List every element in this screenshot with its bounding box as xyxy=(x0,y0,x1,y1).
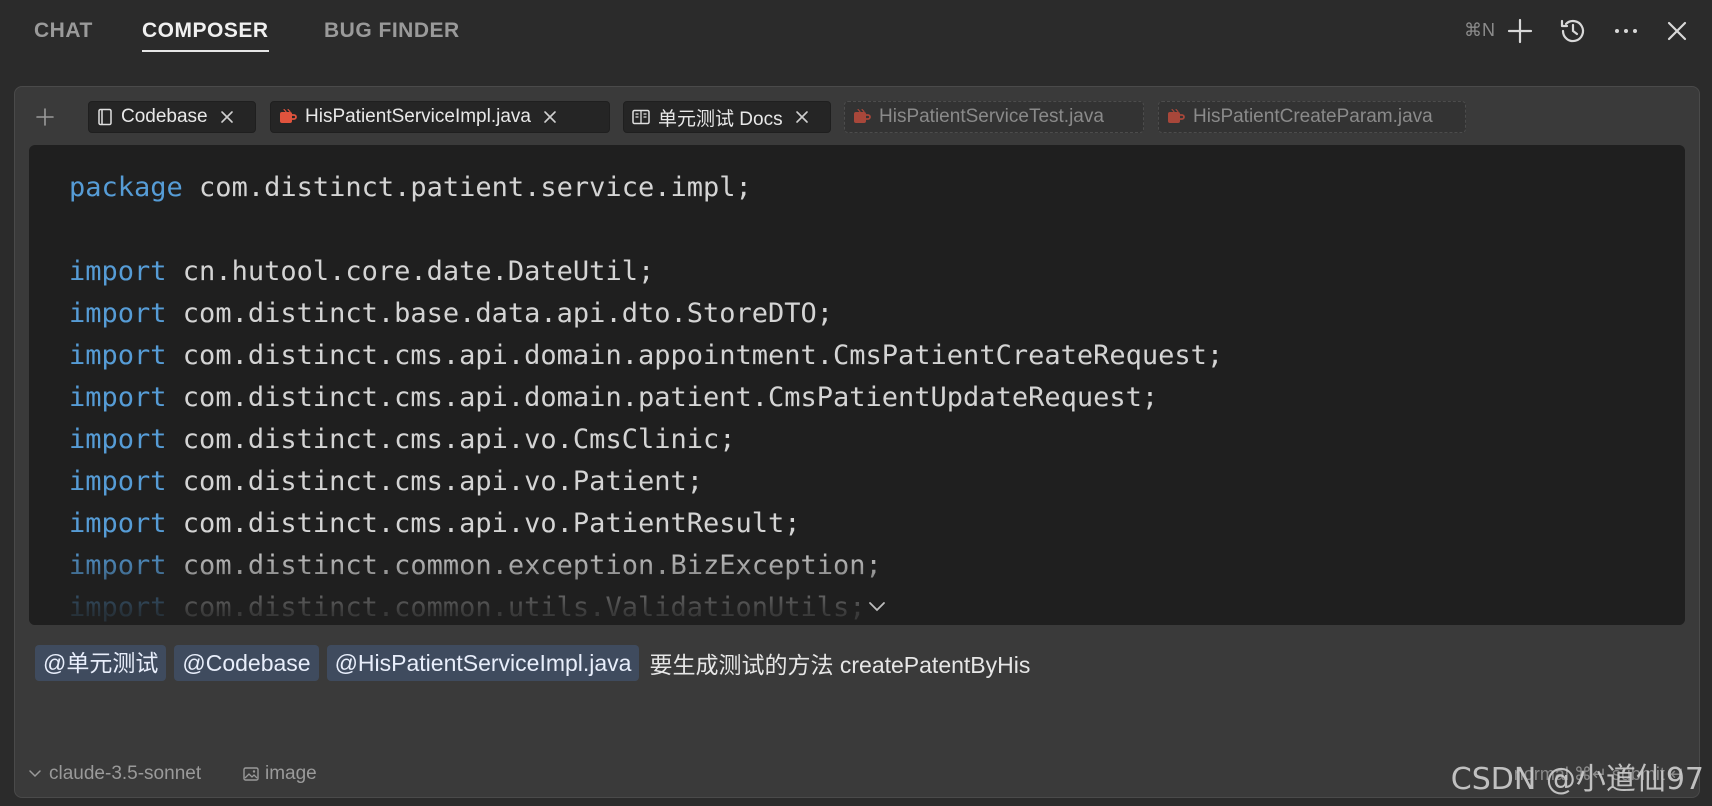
code-text: com.distinct.cms.api.domain.appointment.… xyxy=(166,340,1224,371)
code-line: import com.distinct.cms.api.vo.Patient; xyxy=(69,461,1665,503)
bottom-bar: claude-3.5-sonnet image normal ⌘↵ submit… xyxy=(29,759,1685,789)
code-keyword: import xyxy=(69,592,167,623)
code-text: com.distinct.cms.api.domain.patient.CmsP… xyxy=(166,382,1159,413)
chip-label: HisPatientServiceTest.java xyxy=(879,106,1104,127)
code-line: import cn.hutool.core.date.DateUtil; xyxy=(69,251,1665,293)
code-text: com.distinct.common.utils.ValidationUtil… xyxy=(166,592,866,623)
chip-label: HisPatientServiceImpl.java xyxy=(305,106,531,127)
code-lines: package com.distinct.patient.service.imp… xyxy=(69,167,1665,625)
new-composer-shortcut: ⌘N xyxy=(1464,20,1495,40)
model-name: claude-3.5-sonnet xyxy=(49,763,202,784)
context-chip-his-patient-service-impl[interactable]: HisPatientServiceImpl.java xyxy=(270,101,610,133)
chip-label: HisPatientCreateParam.java xyxy=(1193,106,1433,127)
code-line: import com.distinct.common.exception.Biz… xyxy=(69,545,1665,587)
code-keyword: package xyxy=(69,172,183,203)
add-context-button[interactable] xyxy=(29,101,61,133)
code-line: import com.distinct.base.data.api.dto.St… xyxy=(69,293,1665,335)
close-icon[interactable] xyxy=(795,110,809,124)
code-text: com.distinct.base.data.api.dto.StoreDTO; xyxy=(166,298,834,329)
context-chip-his-patient-create-param[interactable]: HisPatientCreateParam.java xyxy=(1158,101,1466,133)
mention-his-patient-service-impl[interactable]: @HisPatientServiceImpl.java xyxy=(326,645,640,681)
code-text: com.distinct.cms.api.vo.CmsClinic; xyxy=(166,424,736,455)
code-text: com.distinct.cms.api.vo.PatientResult; xyxy=(166,508,801,539)
context-chips-row: Codebase HisPatientServiceImpl.java 单元测试… xyxy=(29,101,1685,133)
model-selector[interactable]: claude-3.5-sonnet xyxy=(29,759,201,789)
code-keyword: import xyxy=(69,550,167,581)
plus-icon[interactable] xyxy=(1503,14,1537,48)
history-icon[interactable] xyxy=(1556,14,1590,48)
image-icon xyxy=(243,767,259,781)
image-label: image xyxy=(265,763,317,784)
close-icon[interactable] xyxy=(543,110,557,124)
code-text: cn.hutool.core.date.DateUtil; xyxy=(166,256,655,287)
context-chip-his-patient-service-test[interactable]: HisPatientServiceTest.java xyxy=(844,101,1144,133)
chevron-down-icon[interactable] xyxy=(867,597,887,617)
chip-label: 单元测试 Docs xyxy=(658,108,783,130)
more-icon[interactable] xyxy=(1609,14,1643,48)
composer-panel: Codebase HisPatientServiceImpl.java 单元测试… xyxy=(14,86,1700,798)
code-line: import com.distinct.cms.api.vo.PatientRe… xyxy=(69,503,1665,545)
code-keyword: import xyxy=(69,340,167,371)
context-chip-codebase[interactable]: Codebase xyxy=(88,101,256,133)
book-icon xyxy=(97,108,113,126)
prompt-text: 要生成测试的方法 createPatentByHis xyxy=(649,652,1031,678)
chip-label: Codebase xyxy=(121,106,208,127)
code-keyword: import xyxy=(69,424,167,455)
java-icon xyxy=(279,108,297,126)
mention-unit-test[interactable]: @单元测试 xyxy=(35,645,167,681)
submit-hint: normal ⌘↵ submit ↵ xyxy=(1513,763,1685,784)
close-icon[interactable] xyxy=(1660,14,1694,48)
code-line: import com.distinct.cms.api.vo.CmsClinic… xyxy=(69,419,1665,461)
chevron-down-icon xyxy=(29,770,41,778)
code-keyword: import xyxy=(69,508,167,539)
code-preview[interactable]: package com.distinct.patient.service.imp… xyxy=(29,145,1685,625)
code-line: import com.distinct.cms.api.domain.patie… xyxy=(69,377,1665,419)
prompt-input[interactable]: @单元测试 @Codebase @HisPatientServiceImpl.j… xyxy=(35,643,1679,683)
top-bar: CHAT COMPOSER BUG FINDER ⌘N xyxy=(0,0,1712,62)
tab-chat[interactable]: CHAT xyxy=(34,18,93,52)
java-icon xyxy=(1167,108,1185,126)
java-icon xyxy=(853,108,871,126)
code-line: package com.distinct.patient.service.imp… xyxy=(69,167,1665,209)
code-keyword: import xyxy=(69,256,167,287)
code-line: import com.distinct.cms.api.domain.appoi… xyxy=(69,335,1665,377)
code-text: com.distinct.patient.service.impl; xyxy=(182,172,752,203)
code-text: com.distinct.cms.api.vo.Patient; xyxy=(166,466,703,497)
tab-composer[interactable]: COMPOSER xyxy=(142,18,269,52)
mention-codebase[interactable]: @Codebase xyxy=(174,645,319,681)
context-chip-unit-test-docs[interactable]: 单元测试 Docs xyxy=(623,101,831,133)
code-keyword: import xyxy=(69,298,167,329)
code-keyword: import xyxy=(69,466,167,497)
docs-icon xyxy=(632,109,650,125)
tab-bug-finder[interactable]: BUG FINDER xyxy=(324,18,460,52)
close-icon[interactable] xyxy=(220,110,234,124)
code-text: com.distinct.common.exception.BizExcepti… xyxy=(166,550,882,581)
code-keyword: import xyxy=(69,382,167,413)
image-button[interactable]: image xyxy=(243,759,317,789)
